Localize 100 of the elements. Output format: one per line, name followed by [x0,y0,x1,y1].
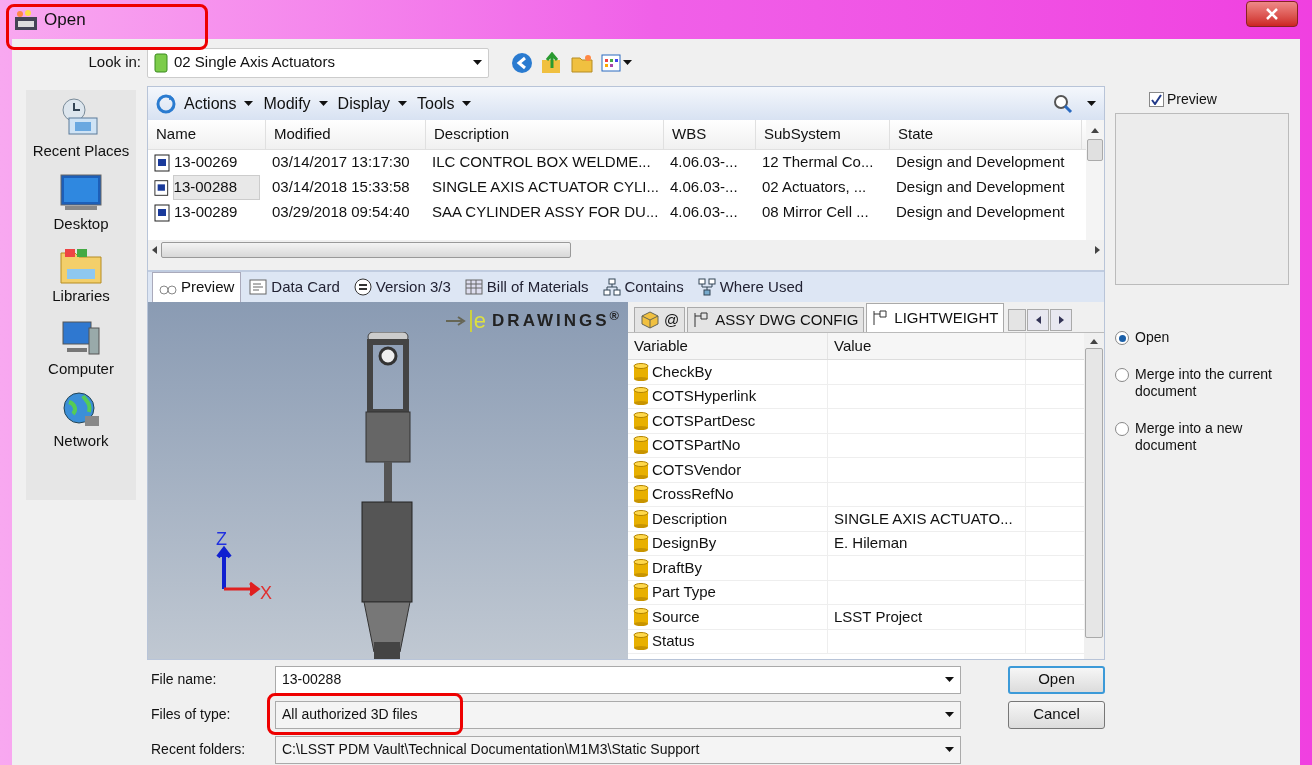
radio-option[interactable]: Merge into a new document [1115,414,1293,454]
folder-icon [154,52,168,73]
place-item[interactable]: Network [28,390,134,453]
column-header[interactable]: Modified [266,120,426,149]
toolbar-menu[interactable]: Actions [182,91,256,116]
column-header[interactable]: Name [148,120,266,149]
table-cell-text: 03/14/2018 15:33:58 [272,177,410,198]
preview-tab[interactable]: Data Card [243,272,346,302]
toolbar-menu[interactable]: Modify [261,91,330,116]
table-cell-text: Design and Development [896,152,1065,173]
dialog-button[interactable]: Cancel [1008,700,1105,729]
viewer-logo-letter: e [469,309,487,332]
card-icon [249,279,268,295]
refresh-icon[interactable] [156,93,176,114]
variable-name: CheckBy [652,361,713,382]
scroll-up-icon[interactable] [1090,339,1098,344]
preview-tab[interactable]: Version 3/3 [347,272,457,302]
config-tab[interactable]: ASSY DWG CONFIG [687,307,865,332]
cylinder-icon [632,387,650,406]
close-button[interactable] [1246,0,1298,27]
dropdown-caret-icon [945,677,954,682]
variable-name: COTSPartNo [652,435,741,455]
cylinder-icon [632,436,650,455]
dropdown-caret-icon [945,712,954,717]
cylinder-icon [632,460,650,479]
vertical-scrollbar[interactable] [1086,120,1104,240]
document-icon [154,153,170,172]
dropdown-caret-icon [623,60,632,65]
dropdown-caret-icon [398,101,408,106]
scroll-right-icon[interactable] [1095,246,1100,254]
table-cell-text: ILC CONTROL BOX WELDME... [432,152,651,173]
place-item[interactable]: Libraries [28,245,134,308]
variable-name: DesignBy [652,533,717,553]
preview-tab[interactable]: Preview [152,272,242,302]
viewer-logo: DRAWINGS$^{®}$ [492,308,622,332]
field-label: File name: [150,670,218,689]
cylinder-icon [632,485,650,504]
dropdown-caret-icon [473,60,482,65]
table-cell-text: 03/29/2018 09:54:40 [272,202,410,223]
radio-option[interactable]: Open [1115,323,1293,346]
column-header[interactable]: WBS [664,120,756,149]
cylinder-icon [632,411,650,430]
table-cell-text: 4.06.03-... [670,152,738,173]
scroll-thumb[interactable] [1085,348,1103,638]
table-cell-text: 13-00289 [174,202,238,223]
table-cell-text: SAA CYLINDER ASSY FOR DU... [432,202,659,223]
dropdown-caret-icon [318,101,328,106]
look-in-label: Look in: [88,52,141,73]
up-folder-icon[interactable] [541,51,563,74]
table-cell-text: 12 Thermal Co... [762,152,874,173]
radio-button[interactable] [1115,331,1129,345]
radio-option[interactable]: Merge into the current document [1115,360,1293,400]
scroll-thumb[interactable] [1087,139,1103,161]
place-item[interactable]: Desktop [28,172,134,235]
table-cell-text: Design and Development [896,177,1065,198]
column-header[interactable]: SubSystem [756,120,890,149]
monitor-icon [59,172,103,213]
radio-button[interactable] [1115,422,1129,436]
toolbar-menu[interactable]: Tools [415,91,474,116]
variable-value: E. Hileman [834,533,908,553]
cylinder-icon [632,362,650,381]
variable-name: Description [652,508,728,529]
variable-name: COTSVendor [652,459,742,480]
variable-name: COTSHyperlink [652,386,757,406]
dropdown-field[interactable]: 13-00288 [275,665,961,694]
column-header[interactable]: State [890,120,1082,149]
column-header[interactable]: Description [426,120,664,149]
place-item[interactable]: Recent Places [28,96,134,163]
tab-scroll-buttons[interactable] [1008,307,1073,332]
view-menu-button[interactable] [601,53,632,72]
scroll-up-icon[interactable] [1091,128,1099,133]
column-header[interactable]: Value [828,333,1026,359]
toolbar-menu[interactable]: Display [335,91,410,116]
circle-icon [353,278,372,296]
radio-button[interactable] [1115,368,1129,382]
place-item[interactable]: Computer [28,317,134,380]
cylinder-icon [632,558,650,577]
checkbox[interactable] [1149,91,1164,107]
preview-tab[interactable]: Bill of Materials [458,272,595,302]
table-cell-text: 13-00269 [174,152,238,173]
column-header[interactable]: Variable [628,333,828,359]
search-icon[interactable] [1053,93,1073,114]
app-icon [14,8,38,31]
document-icon [154,178,169,197]
close-icon [1266,7,1278,20]
vertical-scrollbar[interactable] [1084,333,1104,659]
document-icon [154,203,170,222]
look-in-dropdown[interactable]: 02 Single Axis Actuators [147,47,489,78]
config-tab[interactable]: LIGHTWEIGHT [866,303,1005,332]
scroll-left-icon[interactable] [152,246,157,254]
preview-tab[interactable]: Contains [596,272,690,302]
preview-tab[interactable]: Where Used [691,272,810,302]
arrow-icon [445,315,468,326]
dropdown-field[interactable]: All authorized 3D files [275,700,961,729]
config-tab[interactable]: @ [634,307,686,332]
preview-checkbox[interactable]: Preview [1149,87,1296,111]
variable-name: DraftBy [652,557,702,578]
dropdown-field[interactable]: C:\LSST PDM Vault\Technical Documentation\M1M3\Static Support [275,735,961,764]
scroll-thumb[interactable] [161,242,571,258]
dialog-button[interactable]: Open [1008,665,1105,694]
